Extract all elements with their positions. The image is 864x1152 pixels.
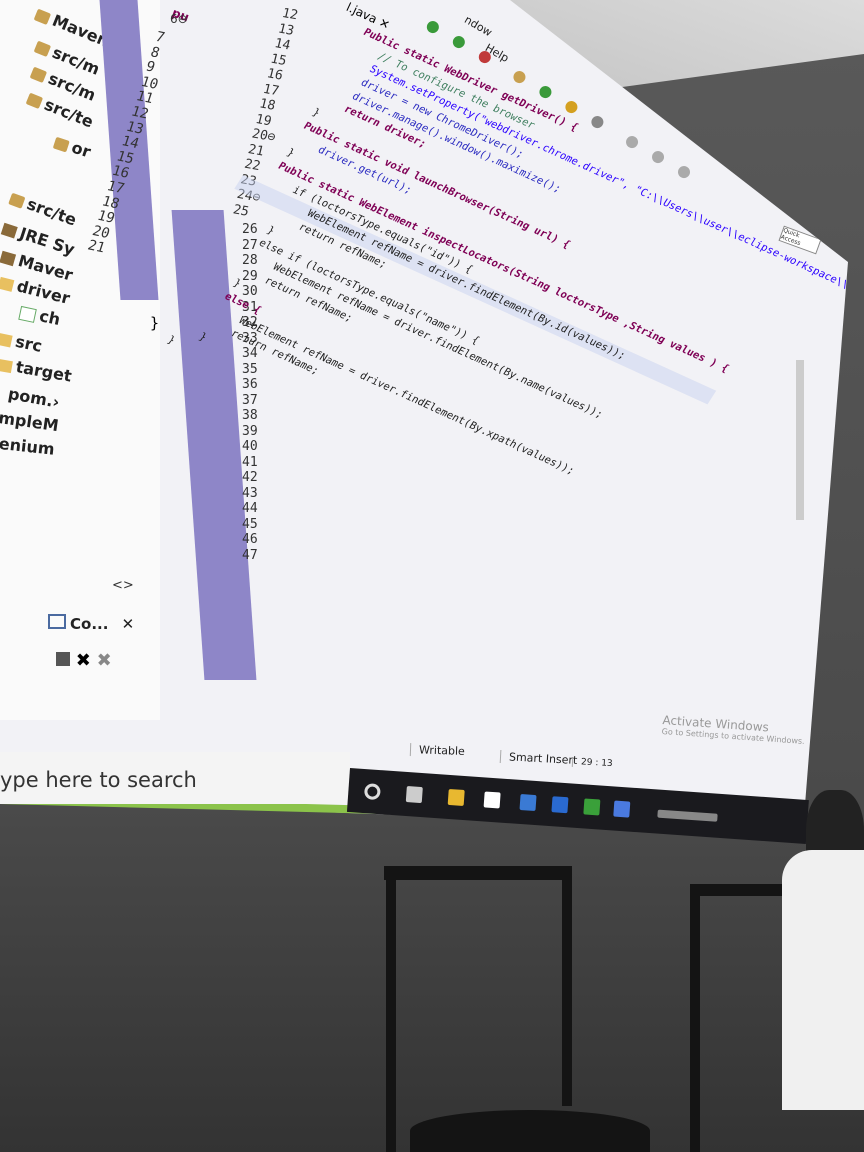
console-icon [48, 614, 66, 629]
folder-icon [0, 276, 15, 292]
tree-item[interactable]: enium [0, 434, 55, 459]
chair-leg [562, 866, 572, 1106]
line-number: 39 [242, 423, 258, 439]
folder-icon [0, 358, 14, 373]
debug-icon[interactable] [450, 33, 468, 51]
library-icon [0, 250, 17, 266]
chair-seat [410, 1110, 650, 1152]
open-type-icon[interactable] [563, 98, 580, 116]
outlook-icon[interactable] [551, 796, 569, 814]
run-icon[interactable] [424, 18, 442, 36]
remove-launch-icon[interactable]: ✖ [76, 650, 91, 671]
line-number: 37 [242, 392, 258, 408]
code-folding-icon[interactable]: <> [112, 578, 134, 593]
new-package-icon[interactable] [511, 68, 528, 86]
edge-icon[interactable] [613, 800, 631, 818]
close-icon[interactable]: ✕ [122, 615, 135, 633]
package-folder-icon [33, 40, 52, 57]
package-icon [52, 136, 70, 153]
console-toolbar: ✖ ✖ [56, 650, 112, 671]
tree-item[interactable]: mpleM [0, 408, 60, 435]
status-writable: Writable [409, 743, 466, 758]
tree-item[interactable]: or [52, 132, 93, 161]
chair-leg [690, 884, 700, 1152]
line-number: 46 [242, 532, 258, 547]
tree-item[interactable]: ch [18, 302, 62, 329]
word-icon[interactable] [519, 793, 537, 812]
terminate-icon[interactable] [56, 652, 70, 666]
taskbar-search[interactable]: ype here to search [0, 752, 350, 804]
line-number: 45 [242, 516, 258, 532]
chair-leg [386, 866, 396, 1152]
chair-backrest [692, 884, 788, 896]
line-number: 6⊖ [170, 12, 188, 26]
editor-scrollbar[interactable] [796, 360, 804, 520]
line-number: 47 [242, 547, 258, 563]
tree-item[interactable]: target [0, 354, 73, 386]
remove-all-icon[interactable]: ✖ [97, 650, 112, 671]
new-class-icon[interactable] [537, 83, 554, 101]
search-input[interactable]: ype here to search [0, 768, 197, 792]
menu-window[interactable]: ndow [462, 13, 494, 39]
status-insert-mode: Smart Insert [499, 749, 578, 768]
notepad-icon[interactable] [483, 791, 501, 809]
cortana-icon[interactable] [363, 783, 381, 801]
console-tab[interactable]: Co... ✕ [48, 614, 134, 633]
excel-icon[interactable] [583, 798, 601, 816]
task-view-icon[interactable] [405, 786, 423, 804]
package-folder-icon [8, 192, 26, 209]
line-number: 41 [242, 454, 258, 470]
file-icon [18, 305, 37, 323]
person-silhouette [776, 790, 864, 1152]
package-folder-icon [25, 92, 44, 109]
status-cursor-position: 29 : 13 [571, 756, 613, 770]
tree-item[interactable]: pom.› [7, 384, 61, 412]
line-number: 40 [242, 439, 258, 454]
project-icon [33, 8, 52, 25]
folder-icon [0, 332, 13, 348]
package-folder-icon [29, 66, 48, 83]
chair-backrest [384, 866, 572, 880]
line-number: 44 [242, 501, 258, 516]
line-number: 42 [242, 470, 258, 485]
library-icon [0, 222, 18, 239]
status-bar: Writable Smart Insert 29 : 13 [400, 738, 810, 770]
tree-item[interactable]: src [0, 328, 44, 356]
line-number: 38 [242, 408, 258, 423]
file-explorer-icon[interactable] [447, 788, 465, 807]
system-tray-icons[interactable] [657, 809, 718, 822]
line-number: 43 [242, 485, 258, 501]
